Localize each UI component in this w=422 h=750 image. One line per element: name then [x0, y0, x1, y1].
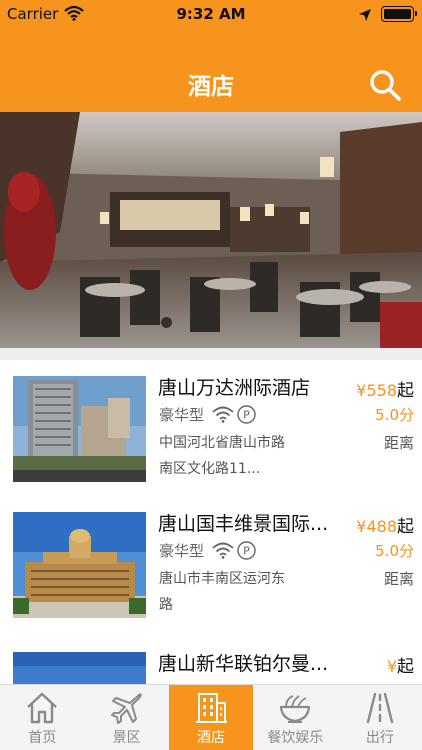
hotel-thumbnail — [13, 512, 146, 618]
tab-home[interactable]: 首页 — [0, 685, 84, 750]
parking-icon: P — [237, 405, 256, 424]
svg-text:P: P — [243, 409, 250, 422]
hotel-score: 5.0分 — [375, 406, 414, 424]
price-value: ¥ — [386, 657, 397, 676]
hotel-dome-photo — [13, 512, 146, 618]
hotel-address: 中国河北省唐山市路南区文化路11... — [159, 435, 285, 477]
hotel-name: 唐山万达洲际酒店 — [158, 377, 311, 399]
tab-hotel[interactable]: 酒店 — [168, 685, 254, 750]
tab-travel[interactable]: 出行 — [338, 685, 422, 750]
tab-dining[interactable]: 餐饮娱乐 — [253, 685, 337, 750]
hotel-level: 豪华型 — [159, 406, 205, 424]
hotel-name: 唐山国丰维景国际... — [158, 513, 329, 535]
hotel-distance: 距离 — [383, 570, 414, 588]
banner-carousel[interactable] — [0, 112, 422, 348]
price-suffix: 起 — [397, 657, 414, 677]
hotel-tower-photo — [13, 376, 146, 482]
noodle-bowl-icon — [280, 695, 311, 723]
hotel-address: 唐山市丰南区运河东路 — [159, 571, 285, 613]
battery-icon — [381, 6, 417, 22]
price-suffix: 起 — [397, 517, 414, 537]
price-value: ¥558 — [356, 381, 397, 400]
road-icon — [366, 692, 394, 724]
hotel-sky-photo — [13, 652, 146, 684]
search-icon — [370, 70, 401, 101]
hotel-list-item[interactable]: 唐山新华联铂尔曼... ¥起 — [0, 636, 422, 684]
hotel-thumbnail — [13, 376, 146, 482]
price-value: ¥488 — [356, 517, 397, 536]
wifi-icon — [212, 542, 234, 559]
hotel-price: ¥488起 — [356, 512, 414, 537]
hotel-level: 豪华型 — [159, 542, 205, 560]
section-gap — [0, 348, 422, 360]
svg-text:P: P — [243, 545, 250, 558]
tab-bar: 首页 景区 酒店 餐饮娱乐 出行 — [0, 684, 422, 750]
building-icon — [196, 693, 228, 723]
location-arrow-icon — [358, 7, 372, 26]
price-suffix: 起 — [397, 381, 414, 401]
hotel-score: 5.0分 — [375, 542, 414, 560]
hotel-thumbnail — [13, 652, 146, 684]
status-bar: Carrier 9:32 AM — [0, 0, 422, 28]
parking-icon: P — [237, 541, 256, 560]
hotel-distance: 距离 — [383, 434, 414, 452]
hotel-list-item[interactable]: 唐山万达洲际酒店 ¥558起 豪华型 P 5.0分 中国河北省唐山市路南区文化路… — [0, 360, 422, 486]
tab-label: 出行 — [365, 730, 394, 746]
hotel-price: ¥558起 — [356, 376, 414, 401]
tab-label: 酒店 — [197, 730, 226, 746]
tab-scenic[interactable]: 景区 — [84, 685, 168, 750]
wifi-icon — [212, 406, 234, 423]
tab-label: 首页 — [28, 730, 57, 746]
hotel-name: 唐山新华联铂尔曼... — [158, 653, 329, 675]
page-title: 酒店 — [188, 74, 234, 100]
carousel-dot[interactable] — [161, 317, 172, 328]
home-icon — [27, 692, 58, 724]
tab-label: 景区 — [112, 730, 141, 746]
hotel-list-item[interactable]: 唐山国丰维景国际... ¥488起 豪华型 P 5.0分 唐山市丰南区运河东路 … — [0, 496, 422, 622]
search-button[interactable] — [364, 64, 406, 106]
restaurant-interior-photo — [0, 112, 422, 348]
hotel-price: ¥起 — [387, 652, 414, 677]
tab-label: 餐饮娱乐 — [267, 730, 324, 746]
airplane-icon — [110, 693, 142, 724]
nav-bar: 酒店 — [0, 28, 422, 112]
